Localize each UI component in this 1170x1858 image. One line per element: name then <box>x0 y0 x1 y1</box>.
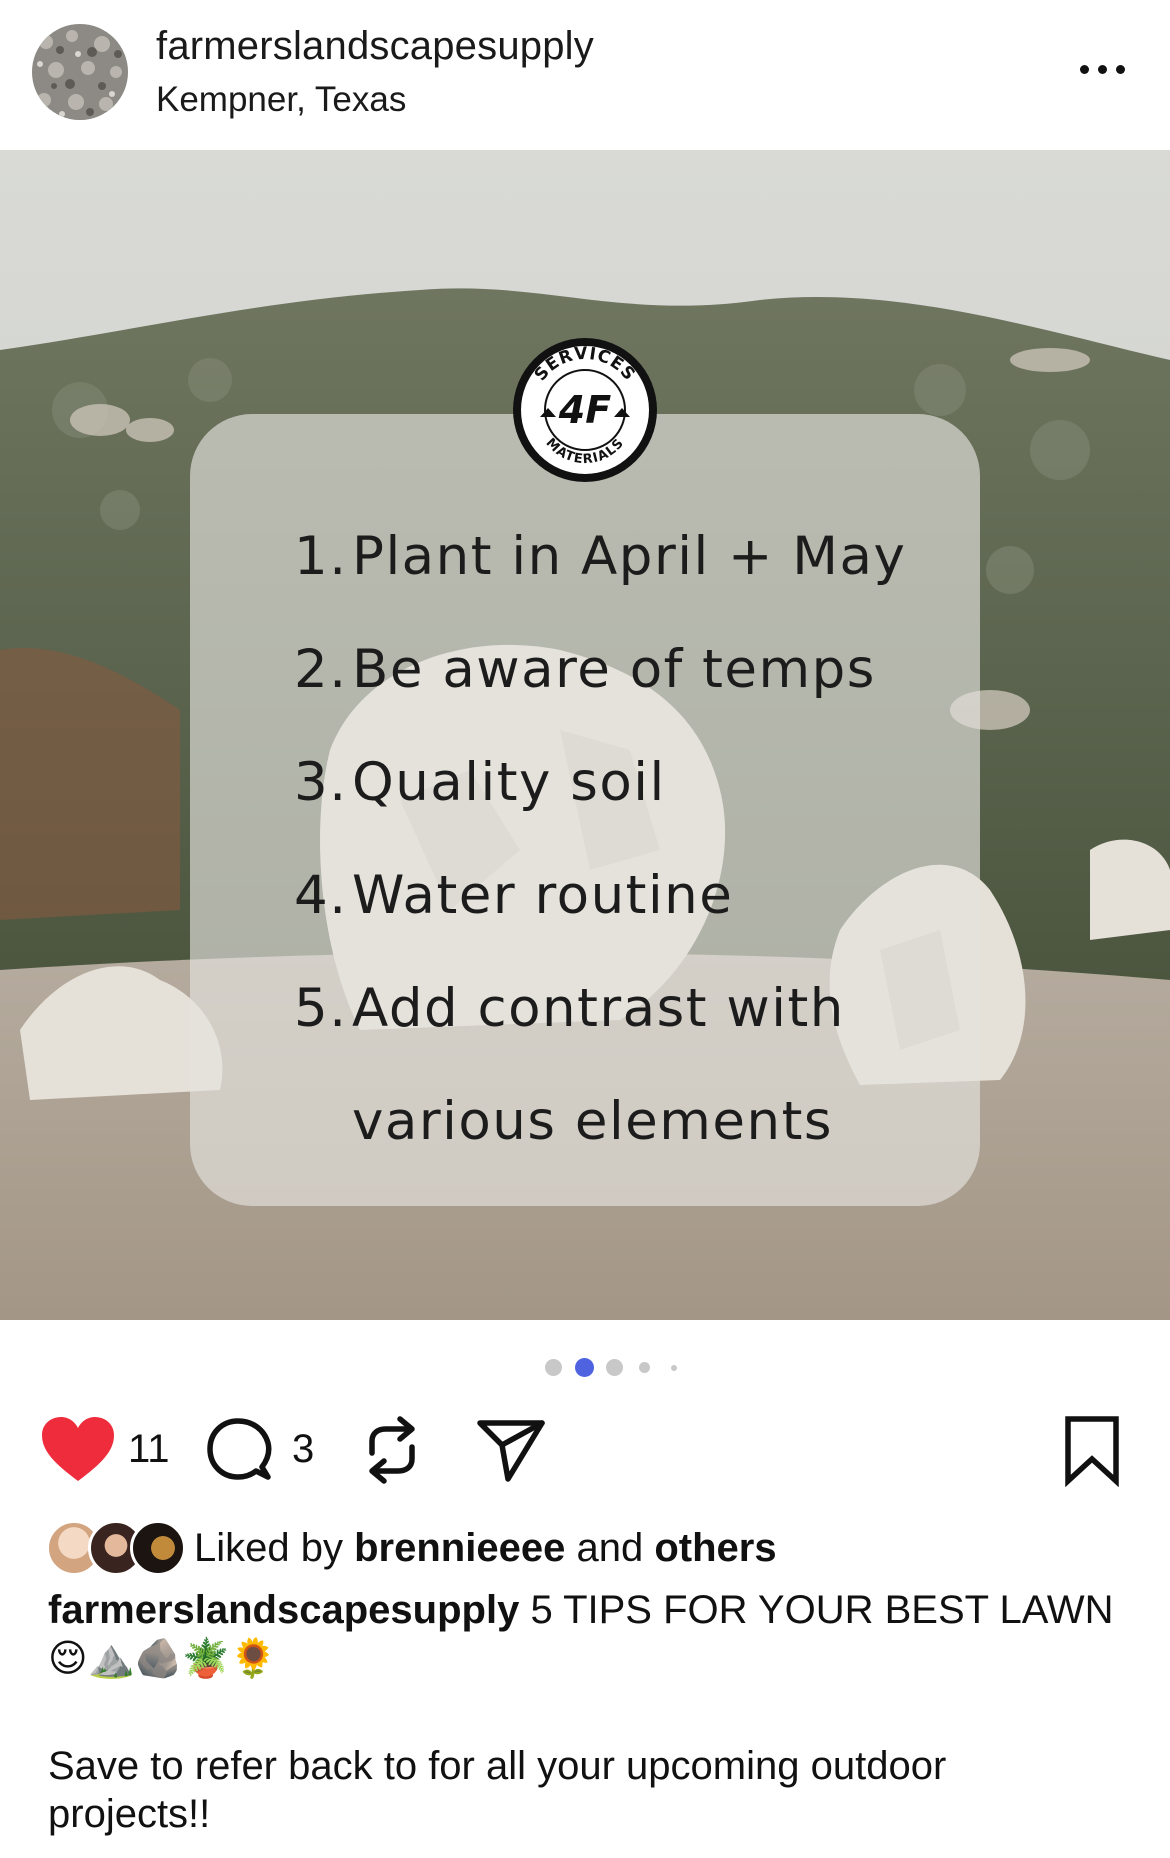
tip-number: 1. <box>294 526 348 587</box>
carousel-dot-active <box>575 1358 594 1377</box>
tip-text: Quality soil <box>352 752 666 813</box>
post-actions: 11 3 <box>0 1405 1170 1505</box>
liked-by-and: and <box>576 1526 644 1570</box>
post-username[interactable]: farmerslandscapesupply <box>156 24 594 69</box>
carousel-indicator <box>0 1357 1170 1377</box>
post-location[interactable]: Kempner, Texas <box>156 80 406 120</box>
brand-logo: SERVICES MATERIALS 4F <box>510 335 660 485</box>
like-count[interactable]: 11 <box>128 1427 170 1472</box>
share-button[interactable] <box>476 1417 546 1483</box>
more-options-icon[interactable] <box>1072 56 1132 82</box>
tip-text: Be aware of temps <box>352 639 876 700</box>
tip-continuation: various elements <box>352 1091 833 1152</box>
more-dot <box>1079 64 1089 74</box>
tip-item: 4.Water routine <box>294 839 906 952</box>
bookmark-button[interactable] <box>1064 1415 1120 1488</box>
comment-count[interactable]: 3 <box>292 1427 314 1472</box>
tip-number: 2. <box>294 639 348 700</box>
tip-item: 1.Plant in April + May <box>294 500 906 613</box>
carousel-dot <box>671 1365 677 1371</box>
tip-number: 3. <box>294 752 348 813</box>
more-dot <box>1097 64 1107 74</box>
liked-by-user[interactable]: brennieeee <box>354 1526 565 1570</box>
caption-username[interactable]: farmerslandscapesupply <box>48 1588 519 1632</box>
post-caption: farmerslandscapesupply 5 TIPS FOR YOUR B… <box>48 1586 1128 1682</box>
tips-list: 1.Plant in April + May 2.Be aware of tem… <box>294 500 906 1178</box>
like-button[interactable] <box>40 1415 116 1485</box>
caption-text: 5 TIPS FOR YOUR BEST LAWN <box>530 1588 1114 1632</box>
liked-by-row[interactable]: Liked by brennieeee and others <box>46 1518 1146 1580</box>
more-dot <box>1115 64 1125 74</box>
tip-text: Water routine <box>352 865 734 926</box>
profile-avatar[interactable] <box>32 24 128 120</box>
caption-emojis: 😌⛰️🪨🪴🌻 <box>48 1636 277 1680</box>
tip-text: Plant in April + May <box>352 526 907 587</box>
share-icon <box>477 1420 545 1482</box>
liked-by-text: Liked by brennieeee and others <box>194 1526 777 1571</box>
tip-item: 3.Quality soil <box>294 726 906 839</box>
tip-number: 4. <box>294 865 348 926</box>
carousel-dot <box>606 1359 623 1376</box>
caption-note: Save to refer back to for all your upcom… <box>48 1744 947 1836</box>
heart-icon <box>42 1417 114 1481</box>
liked-by-prefix: Liked by <box>194 1526 343 1570</box>
tip-item: 5.Add contrast with <box>294 952 906 1065</box>
comment-icon <box>207 1418 272 1480</box>
post-media[interactable]: SERVICES MATERIALS 4F 1.Plant in April +… <box>0 150 1170 1320</box>
liked-avatars[interactable] <box>46 1520 186 1576</box>
tip-item: 2.Be aware of temps <box>294 613 906 726</box>
logo-center-text: 4F <box>558 388 611 432</box>
carousel-dot <box>639 1362 650 1373</box>
repost-button[interactable] <box>362 1413 422 1487</box>
bookmark-icon <box>1065 1416 1119 1488</box>
liked-by-others[interactable]: others <box>654 1526 776 1570</box>
carousel-dot <box>545 1359 562 1376</box>
post-header: farmerslandscapesupply Kempner, Texas <box>0 0 1170 150</box>
tip-text: Add contrast with <box>352 978 845 1039</box>
tip-number: 5. <box>294 978 348 1039</box>
repost-icon <box>369 1416 415 1484</box>
comment-button[interactable] <box>206 1417 272 1483</box>
liker-avatar <box>130 1520 186 1576</box>
